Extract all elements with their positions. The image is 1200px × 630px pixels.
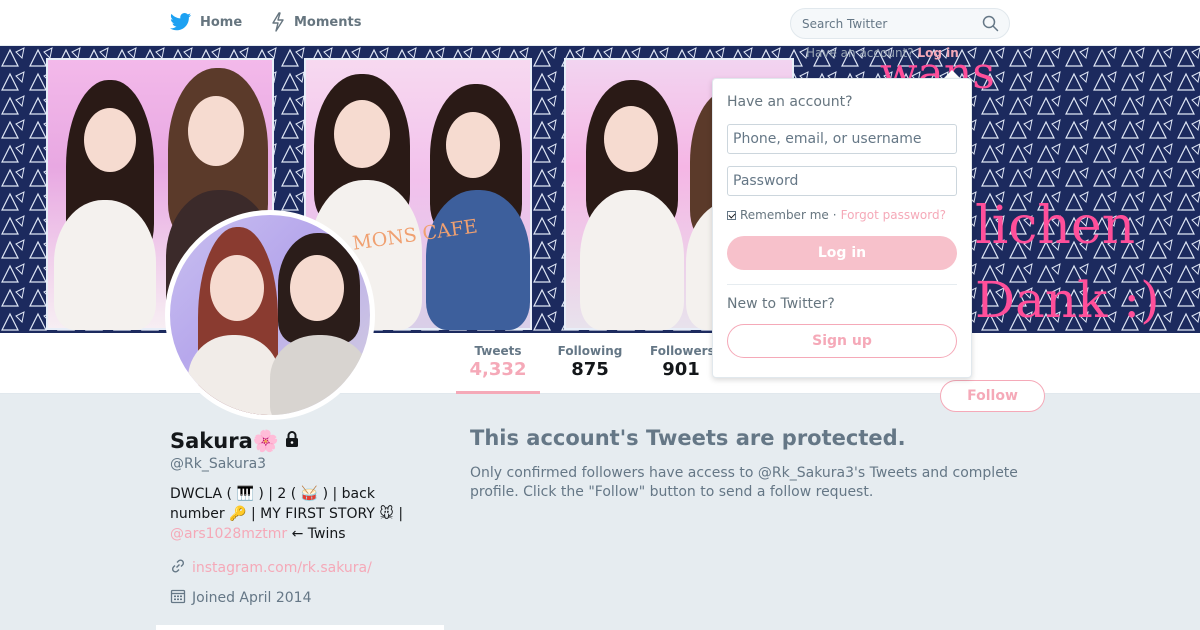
remember-separator: · xyxy=(832,208,837,222)
account-prompt: Have an account? Log in xyxy=(806,46,959,60)
profile-url-row: instagram.com/rk.sakura/ xyxy=(170,558,440,578)
protected-title: This account's Tweets are protected. xyxy=(470,426,906,450)
twitter-bird-icon xyxy=(170,12,192,32)
username-field[interactable] xyxy=(727,124,957,154)
dropdown-divider xyxy=(727,284,957,285)
login-dropdown-heading: Have an account? xyxy=(727,94,853,110)
stat-followers-value: 901 xyxy=(662,359,700,380)
login-dropdown: Have an account? Remember me · Forgot pa… xyxy=(712,78,972,378)
stat-tweets-value: 4,332 xyxy=(469,359,527,380)
profile-bio: DWCLA ( 🎹 ) | 2 ( 🥁 ) | back number 🔑 | … xyxy=(170,484,430,544)
lock-icon xyxy=(283,429,301,453)
stat-following[interactable]: Following 875 xyxy=(554,344,626,380)
search-input[interactable] xyxy=(802,9,977,38)
banner-decor-text-2: lichen xyxy=(975,196,1136,256)
link-icon xyxy=(170,558,186,578)
nav-home[interactable]: Home xyxy=(170,12,242,32)
remember-row: Remember me · Forgot password? xyxy=(727,208,946,222)
bio-suffix: ← Twins xyxy=(287,526,346,542)
remember-me-label[interactable]: Remember me xyxy=(740,208,829,222)
search-icon[interactable] xyxy=(982,15,999,36)
signup-button[interactable]: Sign up xyxy=(727,324,957,358)
profile-name[interactable]: Sakura🌸 xyxy=(170,429,279,454)
search-box xyxy=(790,8,1010,39)
lightning-icon xyxy=(270,12,286,32)
stat-tweets-label: Tweets xyxy=(474,344,522,358)
stat-following-label: Following xyxy=(557,344,623,358)
protected-body: Only confirmed followers have access to … xyxy=(470,465,1018,500)
login-link[interactable]: Log in xyxy=(917,46,958,60)
password-field[interactable] xyxy=(727,166,957,196)
dropdown-caret xyxy=(944,70,960,78)
avatar[interactable] xyxy=(165,210,375,420)
remember-me-checkbox[interactable] xyxy=(727,210,736,220)
follow-button[interactable]: Follow xyxy=(940,380,1045,412)
profile-joined-row: Joined April 2014 xyxy=(170,588,440,608)
bio-text: DWCLA ( 🎹 ) | 2 ( 🥁 ) | back number 🔑 | … xyxy=(170,486,404,522)
stat-tweets[interactable]: Tweets 4,332 xyxy=(456,344,540,394)
profile-card: Sakura🌸 @Rk_Sakura3 DWCLA ( 🎹 ) | 2 ( 🥁 … xyxy=(170,426,440,608)
top-navigation: Home Moments xyxy=(0,0,1200,46)
stat-followers-label: Followers xyxy=(650,344,712,358)
profile-name-row: Sakura🌸 xyxy=(170,426,440,456)
bio-mention-link[interactable]: @ars1028mztmr xyxy=(170,526,287,542)
account-prompt-text: Have an account? xyxy=(806,46,914,60)
forgot-password-link[interactable]: Forgot password? xyxy=(841,208,946,222)
new-to-twitter-heading: New to Twitter? xyxy=(727,296,835,312)
profile-handle[interactable]: @Rk_Sakura3 xyxy=(170,456,440,472)
protected-notice: This account's Tweets are protected. Onl… xyxy=(470,426,1030,502)
profile-joined: Joined April 2014 xyxy=(192,590,312,606)
login-button[interactable]: Log in xyxy=(727,236,957,270)
nav-home-label: Home xyxy=(200,14,243,30)
profile-card-bottom xyxy=(156,625,444,630)
nav-moments-label: Moments xyxy=(294,14,362,30)
profile-url-link[interactable]: instagram.com/rk.sakura/ xyxy=(192,560,372,576)
banner-decor-text-3: Dank :) xyxy=(975,271,1160,329)
calendar-icon xyxy=(170,588,186,608)
stat-followers[interactable]: Followers 901 xyxy=(650,344,712,380)
stat-following-value: 875 xyxy=(571,359,609,380)
nav-moments[interactable]: Moments xyxy=(270,12,361,32)
